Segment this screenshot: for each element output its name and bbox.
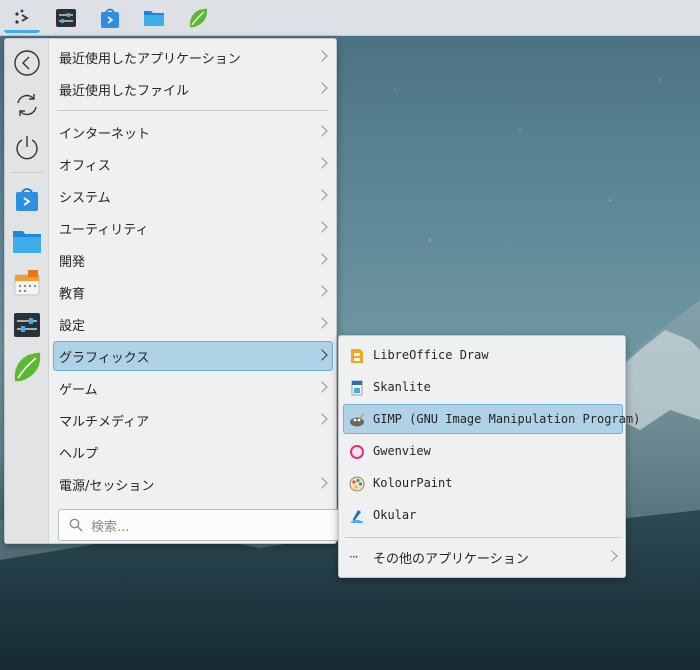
menu-item-label: オフィス	[59, 158, 111, 174]
libreoffice-draw-icon	[351, 349, 363, 363]
graphics-submenu: LibreOffice Draw Skanlite GIMP (GNU Imag…	[338, 335, 640, 578]
app-label: LibreOffice Draw	[373, 348, 489, 362]
menu-item-power-session[interactable]: 電源/セッション	[53, 469, 333, 499]
chevron-right-icon	[316, 50, 328, 62]
gwenview-icon	[350, 445, 364, 459]
application-launcher-button[interactable]	[4, 3, 40, 33]
menu-item-office[interactable]: オフィス	[53, 149, 333, 179]
app-gwenview[interactable]: Gwenview	[343, 436, 623, 466]
menu-item-utilities[interactable]: ユーティリティ	[53, 213, 333, 243]
favorite-discover[interactable]	[10, 182, 44, 216]
chevron-right-icon	[316, 157, 328, 169]
gimp-icon	[350, 412, 365, 427]
chevron-right-icon	[316, 381, 328, 393]
menu-item-multimedia[interactable]: マルチメディア	[53, 405, 333, 435]
chevron-right-icon	[606, 550, 618, 562]
chevron-right-icon	[316, 221, 328, 233]
search-input[interactable]: 検索...	[58, 509, 340, 541]
system-settings-icon	[14, 313, 40, 337]
chevron-right-icon	[316, 253, 328, 265]
menu-item-label: グラフィックス	[59, 350, 150, 366]
taskbar-system-settings[interactable]	[48, 3, 84, 33]
chevron-right-icon	[316, 189, 328, 201]
menu-item-recent-apps[interactable]: 最近使用したアプリケーション	[53, 42, 333, 72]
app-libreoffice-draw[interactable]: LibreOffice Draw	[343, 340, 623, 370]
favorite-kate[interactable]	[10, 350, 44, 384]
app-label: KolourPaint	[373, 476, 453, 490]
search-placeholder: 検索...	[91, 519, 130, 535]
menu-item-more-apps[interactable]: ··· その他のアプリケーション	[343, 542, 623, 572]
power-button[interactable]	[10, 130, 44, 164]
menu-item-label: ヘルプ	[59, 446, 99, 462]
app-kolourpaint[interactable]: KolourPaint	[343, 468, 623, 498]
switch-user-button[interactable]	[10, 88, 44, 122]
taskbar-dolphin[interactable]	[136, 3, 172, 33]
dolphin-folder-icon	[144, 11, 164, 26]
back-button[interactable]	[10, 46, 44, 80]
menu-item-label: 電源/セッション	[59, 478, 155, 494]
app-label: Skanlite	[373, 380, 431, 394]
menu-item-label: ゲーム	[59, 382, 98, 398]
chevron-right-icon	[316, 82, 328, 94]
menu-item-label: インターネット	[59, 126, 151, 142]
discover-store-icon	[101, 8, 119, 28]
menu-sidebar	[5, 39, 49, 543]
back-arrow-icon	[14, 50, 40, 76]
menu-item-label: ユーティリティ	[59, 222, 149, 238]
menu-item-label: システム	[59, 190, 111, 206]
favorite-system-settings[interactable]	[10, 308, 44, 342]
top-panel	[0, 0, 700, 36]
menu-item-label: 最近使用したファイル	[59, 83, 190, 99]
chevron-right-icon	[316, 477, 328, 489]
menu-item-system[interactable]: システム	[53, 181, 333, 211]
menu-item-internet[interactable]: インターネット	[53, 117, 333, 147]
app-label: その他のアプリケーション	[373, 551, 529, 567]
favorite-dolphin[interactable]	[10, 224, 44, 258]
app-skanlite[interactable]: Skanlite	[343, 372, 623, 402]
menu-item-settings[interactable]: 設定	[53, 309, 333, 339]
system-settings-icon	[56, 9, 76, 27]
app-gimp[interactable]: GIMP (GNU Image Manipulation Program)	[343, 404, 640, 434]
submenu-separator	[345, 537, 621, 538]
app-label: Okular	[373, 508, 417, 522]
menu-item-label: 設定	[59, 318, 86, 334]
taskbar-kate[interactable]	[180, 3, 216, 33]
taskbar-discover[interactable]	[92, 3, 128, 33]
power-icon	[16, 136, 38, 160]
menu-item-label: 最近使用したアプリケーション	[59, 51, 241, 67]
folder-icon	[13, 231, 41, 253]
kolourpaint-icon	[349, 476, 365, 492]
menu-item-graphics[interactable]: グラフィックス	[53, 341, 333, 371]
menu-item-label: 教育	[59, 286, 86, 302]
kate-leaf-icon	[14, 352, 41, 382]
more-dots-icon: ···	[349, 550, 358, 564]
okular-icon	[351, 510, 363, 523]
menu-separator	[57, 110, 329, 111]
menu-item-label: マルチメディア	[59, 414, 150, 430]
app-label: GIMP (GNU Image Manipulation Program)	[373, 412, 641, 426]
search-icon	[69, 518, 83, 532]
menu-item-label: 開発	[59, 254, 86, 270]
chevron-right-icon	[316, 285, 328, 297]
application-menu: 最近使用したアプリケーション 最近使用したファイル インターネット オフィス シ…	[4, 38, 340, 544]
chevron-right-icon	[316, 317, 328, 329]
sidebar-separator	[11, 172, 43, 173]
refresh-icon	[17, 94, 37, 116]
menu-item-development[interactable]: 開発	[53, 245, 333, 275]
chevron-right-icon	[316, 125, 328, 137]
kate-leaf-icon	[189, 8, 208, 28]
menu-item-education[interactable]: 教育	[53, 277, 333, 307]
chevron-right-icon	[316, 413, 328, 425]
discover-store-icon	[16, 188, 38, 211]
app-okular[interactable]: Okular	[343, 500, 623, 530]
application-launcher-icon	[15, 9, 29, 24]
calendar-icon	[14, 270, 40, 296]
app-label: Gwenview	[373, 444, 431, 458]
favorite-calendar[interactable]	[10, 266, 44, 300]
scanner-icon	[351, 380, 363, 396]
menu-item-games[interactable]: ゲーム	[53, 373, 333, 403]
menu-item-help[interactable]: ヘルプ	[53, 437, 333, 467]
chevron-right-icon	[316, 349, 328, 361]
menu-item-recent-files[interactable]: 最近使用したファイル	[53, 74, 333, 104]
